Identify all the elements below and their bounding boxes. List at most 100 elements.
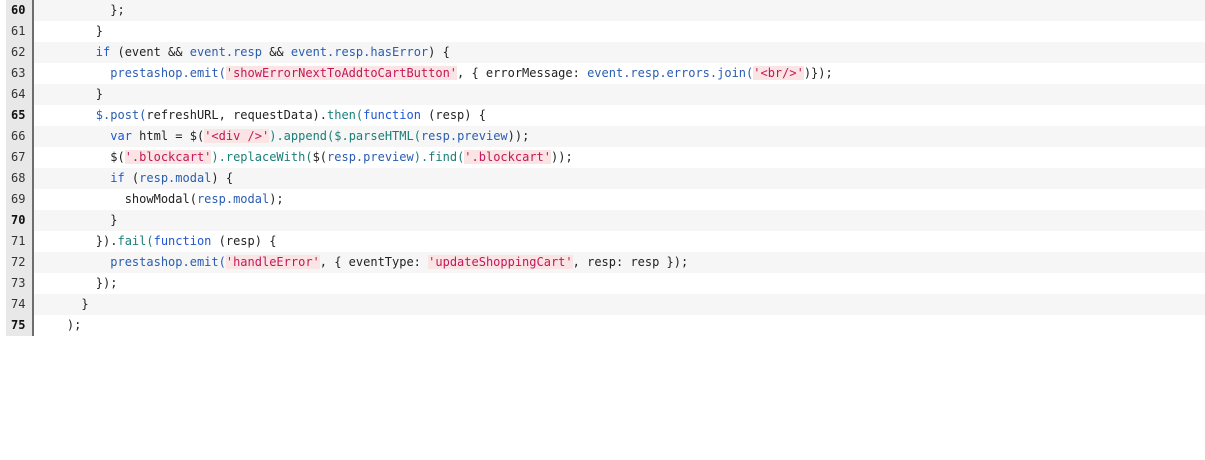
code-token: '<br/>' xyxy=(753,66,804,80)
code-token: )); xyxy=(507,129,530,143)
line-number: 64 xyxy=(6,84,34,105)
line-number: 75 xyxy=(6,315,34,336)
code-token: '.blockcart' xyxy=(124,150,212,164)
code-token: 'showErrorNextToAddtoCartButton' xyxy=(225,66,458,80)
code-token: prestashop.emit( xyxy=(110,255,226,269)
code-line: 62 if (event && event.resp && event.resp… xyxy=(6,42,1205,63)
line-number: 60 xyxy=(6,0,34,21)
code-text: } xyxy=(34,84,103,105)
code-line: 75 ); xyxy=(6,315,1205,336)
code-token: )}); xyxy=(803,66,833,80)
code-token: ); xyxy=(269,192,284,206)
code-token: $( xyxy=(110,150,125,164)
code-token: , resp: resp }); xyxy=(572,255,689,269)
code-text: if (resp.modal) { xyxy=(34,168,233,189)
line-number: 68 xyxy=(6,168,34,189)
code-token: showModal( xyxy=(124,192,197,206)
code-line: 70 } xyxy=(6,210,1205,231)
code-token: }; xyxy=(110,3,125,17)
code-token: } xyxy=(81,297,89,311)
code-token: resp.modal xyxy=(196,192,270,206)
line-number: 69 xyxy=(6,189,34,210)
code-token: , { errorMessage: xyxy=(457,66,588,80)
code-token: function xyxy=(153,234,212,248)
code-line: 67 $('.blockcart').replaceWith($(resp.pr… xyxy=(6,147,1205,168)
code-text: $.post(refreshURL, requestData).then(fun… xyxy=(34,105,486,126)
line-number: 71 xyxy=(6,231,34,252)
code-token: resp.preview xyxy=(327,150,414,164)
code-token: html = $( xyxy=(131,129,205,143)
code-token: && xyxy=(261,45,291,59)
code-token: 'handleError' xyxy=(225,255,320,269)
code-line: 61 } xyxy=(6,21,1205,42)
code-token: ).find( xyxy=(413,150,465,164)
code-token: resp.modal xyxy=(139,171,212,185)
code-token: '<div />' xyxy=(204,129,270,143)
code-text: }); xyxy=(34,273,118,294)
code-token: ( xyxy=(124,171,140,185)
code-token: ) { xyxy=(428,45,450,59)
code-token: $.post( xyxy=(95,108,147,122)
line-number: 74 xyxy=(6,294,34,315)
code-token: ).replaceWith( xyxy=(211,150,313,164)
code-text: prestashop.emit('showErrorNextToAddtoCar… xyxy=(34,63,833,84)
code-token: 'updateShoppingCart' xyxy=(428,255,573,269)
code-text: } xyxy=(34,21,103,42)
code-token: fail( xyxy=(117,234,154,248)
code-line: 72 prestashop.emit('handleError', { even… xyxy=(6,252,1205,273)
code-token: }); xyxy=(95,276,118,290)
code-token: '.blockcart' xyxy=(464,150,551,164)
line-number: 66 xyxy=(6,126,34,147)
line-number: 73 xyxy=(6,273,34,294)
code-token: event.resp xyxy=(189,45,262,59)
code-text: showModal(resp.modal); xyxy=(34,189,284,210)
line-number: 63 xyxy=(6,63,34,84)
line-number: 65 xyxy=(6,105,34,126)
code-line: 60 }; xyxy=(6,0,1205,21)
line-number: 67 xyxy=(6,147,34,168)
code-text: }; xyxy=(34,0,125,21)
code-line: 68 if (resp.modal) { xyxy=(6,168,1205,189)
code-token: if xyxy=(95,45,111,59)
code-token: then( xyxy=(327,108,364,122)
code-line: 66 var html = $('<div />').append($.pars… xyxy=(6,126,1205,147)
code-token: ).append( xyxy=(269,129,335,143)
code-token: function xyxy=(363,108,421,122)
code-line: 63 prestashop.emit('showErrorNextToAddto… xyxy=(6,63,1205,84)
code-token: ); xyxy=(66,318,82,332)
code-text: } xyxy=(34,294,89,315)
code-token: $( xyxy=(312,150,328,164)
code-token: prestashop.emit( xyxy=(110,66,226,80)
code-text: prestashop.emit('handleError', { eventTy… xyxy=(34,252,688,273)
code-text: $('.blockcart').replaceWith($(resp.previ… xyxy=(34,147,573,168)
code-token: var xyxy=(110,129,132,143)
code-text: }).fail(function (resp) { xyxy=(34,231,277,252)
code-token: } xyxy=(110,213,118,227)
code-token: (resp) { xyxy=(211,234,277,248)
code-token: event.resp.errors.join( xyxy=(587,66,754,80)
code-text: } xyxy=(34,210,117,231)
code-token: (resp) { xyxy=(420,108,486,122)
code-text: var html = $('<div />').append($.parseHT… xyxy=(34,126,529,147)
code-token: (event && xyxy=(110,45,190,59)
code-token: if xyxy=(110,171,125,185)
code-line: 73 }); xyxy=(6,273,1205,294)
line-number: 72 xyxy=(6,252,34,273)
code-line: 64 } xyxy=(6,84,1205,105)
code-token: $.parseHTML( xyxy=(334,129,421,143)
code-line: 69 showModal(resp.modal); xyxy=(6,189,1205,210)
line-number: 62 xyxy=(6,42,34,63)
line-number: 70 xyxy=(6,210,34,231)
code-viewer: 60 }; 61 } 62 if (event && event.resp && e… xyxy=(6,0,1205,336)
code-line: 74 } xyxy=(6,294,1205,315)
code-token: refreshURL, requestData). xyxy=(146,108,327,122)
code-token: } xyxy=(95,87,104,101)
code-text: ); xyxy=(34,315,81,336)
code-token: resp.preview xyxy=(420,129,508,143)
code-token: }). xyxy=(95,234,118,248)
code-token: } xyxy=(95,24,104,38)
code-token: , { eventType: xyxy=(319,255,429,269)
line-number: 61 xyxy=(6,21,34,42)
code-line: 65 $.post(refreshURL, requestData).then(… xyxy=(6,105,1205,126)
code-line: 71 }).fail(function (resp) { xyxy=(6,231,1205,252)
